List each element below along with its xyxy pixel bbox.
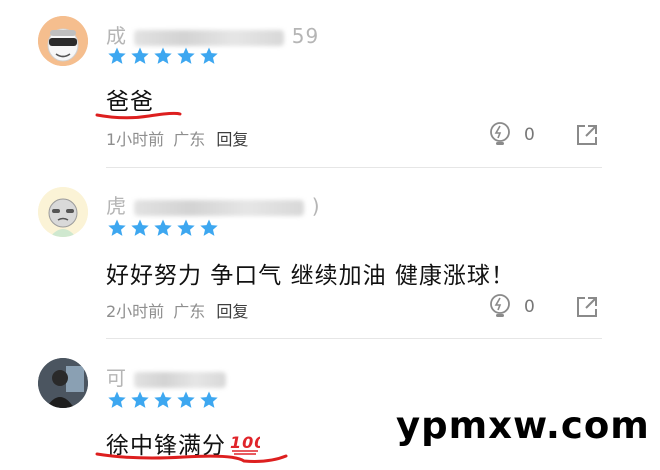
- star-icon: [177, 391, 195, 408]
- reply-button[interactable]: 回复: [216, 130, 248, 149]
- handwritten-underline: [95, 111, 182, 120]
- like-button[interactable]: 0: [488, 122, 535, 148]
- avatar[interactable]: [38, 187, 88, 237]
- comment-text: 好好努力 争口气 继续加油 健康涨球！: [106, 263, 515, 289]
- star-icon: [131, 47, 149, 64]
- star-icon: [108, 391, 126, 408]
- rating-stars: [107, 390, 219, 412]
- divider: [106, 338, 602, 339]
- star-icon: [108, 47, 126, 64]
- username[interactable]: 成 59: [106, 20, 319, 49]
- rating-stars: [107, 218, 219, 240]
- avatar[interactable]: [38, 358, 88, 408]
- avatar[interactable]: [38, 16, 88, 66]
- star-icon: [131, 219, 149, 236]
- star-icon: [177, 47, 195, 64]
- like-bulb-icon: [490, 122, 510, 145]
- share-icon[interactable]: [574, 294, 600, 320]
- comment-time: 2小时前: [106, 302, 165, 321]
- avatar-image: [38, 187, 88, 237]
- handwritten-underline: [95, 452, 288, 463]
- username[interactable]: 虎 ): [106, 190, 321, 219]
- avatar-image: [38, 16, 88, 66]
- comment-location: 广东: [173, 130, 206, 149]
- star-icon: [154, 219, 172, 236]
- star-icon: [131, 391, 149, 408]
- share-icon[interactable]: [574, 122, 600, 148]
- star-icon: [154, 391, 172, 408]
- like-count: 0: [524, 297, 535, 317]
- watermark-text: ypmxw.com: [396, 404, 650, 447]
- comment-meta: 1小时前 广东 回复: [106, 126, 248, 150]
- comment-meta: 2小时前 广东 回复: [106, 298, 248, 322]
- star-icon: [154, 47, 172, 64]
- divider: [106, 167, 602, 168]
- username[interactable]: 可: [106, 362, 227, 391]
- rating-stars: [107, 46, 219, 68]
- comment-time: 1小时前: [106, 130, 165, 149]
- like-button[interactable]: 0: [488, 294, 535, 320]
- avatar-image: [38, 358, 88, 408]
- comment-location: 广东: [173, 302, 206, 321]
- reply-button[interactable]: 回复: [216, 302, 248, 321]
- like-count: 0: [524, 125, 535, 145]
- star-icon: [177, 219, 195, 236]
- star-icon: [108, 219, 126, 236]
- like-bulb-icon: [490, 294, 510, 317]
- star-icon: [200, 219, 218, 236]
- star-icon: [200, 391, 218, 408]
- star-icon: [200, 47, 218, 64]
